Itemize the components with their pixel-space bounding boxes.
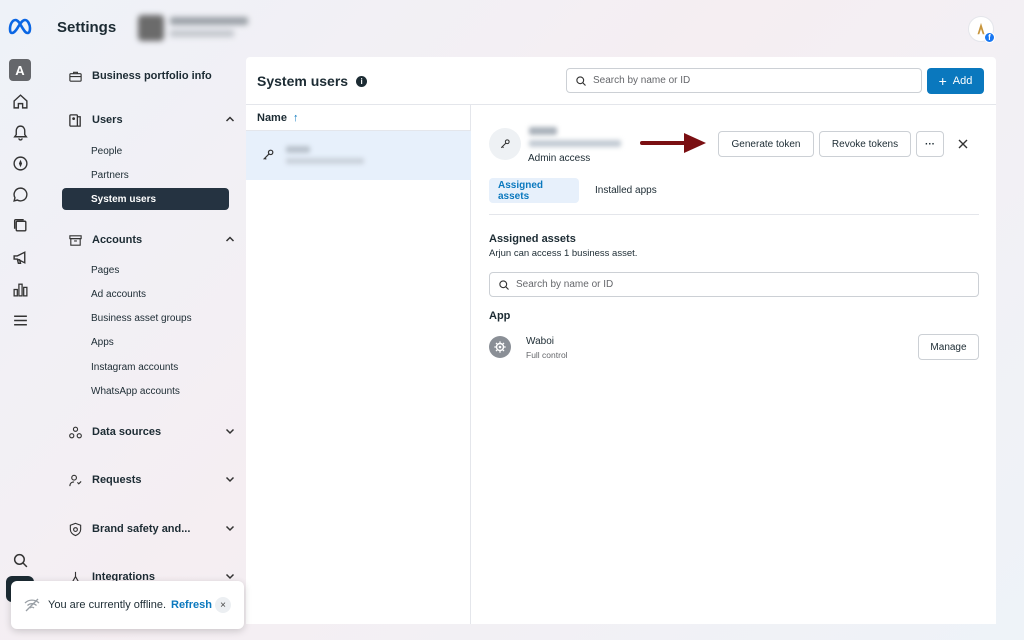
manage-button[interactable]: Manage (918, 334, 979, 360)
sidebar-item-partners[interactable]: Partners (62, 164, 229, 186)
search-placeholder: Search by name or ID (593, 75, 691, 86)
search-icon[interactable] (10, 550, 30, 570)
app-group-heading: App (489, 310, 511, 322)
sidebar-item-label: Accounts (92, 234, 143, 246)
list-item[interactable] (246, 131, 471, 180)
page-title: Settings (57, 19, 117, 36)
pages-stack-icon[interactable] (10, 215, 30, 235)
sidebar-item-data-sources[interactable]: Data sources (62, 419, 250, 445)
chevron-up-icon[interactable] (224, 233, 238, 247)
chat-bubble-icon[interactable] (10, 184, 30, 204)
annotation-arrow-icon (640, 133, 706, 153)
panel-title: System users i (257, 73, 368, 89)
sidebar-item-label: Brand safety and... (92, 523, 191, 535)
generate-token-button[interactable]: Generate token (718, 131, 814, 157)
assets-search-input[interactable]: Search by name or ID (489, 272, 979, 297)
facebook-badge-icon: f (984, 32, 995, 43)
sidebar-item-pages[interactable]: Pages (62, 259, 229, 281)
revoke-tokens-button[interactable]: Revoke tokens (819, 131, 911, 157)
sidebar-item-business-portfolio-info[interactable]: Business portfolio info (62, 63, 250, 89)
sidebar-item-label: Requests (92, 474, 142, 486)
profile-avatar[interactable]: f (968, 16, 995, 43)
search-icon (499, 279, 509, 290)
users-icon (68, 112, 88, 128)
sidebar-item-ad-accounts[interactable]: Ad accounts (62, 283, 229, 305)
system-users-list: Name ↑ (246, 105, 471, 624)
column-header-name[interactable]: Name ↑ (246, 105, 471, 131)
system-user-detail: Admin access Generate token Revoke token… (472, 105, 996, 624)
menu-icon[interactable] (10, 310, 30, 330)
add-button[interactable]: + Add (927, 68, 984, 94)
close-icon[interactable] (956, 137, 970, 151)
info-icon[interactable]: i (356, 75, 368, 87)
key-icon (263, 149, 274, 160)
plus-icon: + (938, 73, 947, 89)
settings-sidebar: Business portfolio info Users People Par… (40, 58, 246, 640)
notifications-bell-icon[interactable] (10, 122, 30, 142)
search-placeholder: Search by name or ID (516, 279, 614, 290)
sidebar-item-accounts[interactable]: Accounts (62, 227, 250, 253)
sidebar-item-label: Business portfolio info (92, 70, 212, 82)
system-users-search-input[interactable]: Search by name or ID (566, 68, 922, 93)
chevron-down-icon[interactable] (224, 473, 238, 487)
compass-icon[interactable] (10, 153, 30, 173)
sidebar-item-people[interactable]: People (62, 140, 229, 162)
chevron-down-icon[interactable] (224, 522, 238, 536)
tab-installed-apps[interactable]: Installed apps (586, 178, 666, 203)
app-permission: Full control (526, 350, 568, 360)
sidebar-item-label: Users (92, 114, 123, 126)
redacted-user-id (529, 140, 621, 147)
redacted-user-name (286, 146, 310, 153)
toast-close-icon[interactable]: × (215, 597, 231, 613)
panel-title-text: System users (257, 73, 349, 89)
briefcase-icon (68, 68, 88, 84)
sidebar-item-requests[interactable]: Requests (62, 467, 250, 493)
tab-assigned-assets[interactable]: Assigned assets (489, 178, 579, 203)
business-portfolio-switcher[interactable] (138, 13, 253, 43)
section-subtitle: Arjun can access 1 business asset. (489, 248, 638, 259)
wifi-off-icon (24, 598, 40, 612)
chevron-down-icon[interactable] (224, 425, 238, 439)
sidebar-item-users[interactable]: Users (62, 107, 250, 133)
sidebar-item-instagram-accounts[interactable]: Instagram accounts (62, 356, 229, 378)
sort-ascending-icon[interactable]: ↑ (293, 112, 299, 124)
toast-message: You are currently offline. (48, 599, 167, 611)
app-name: Waboi (526, 336, 554, 347)
megaphone-icon[interactable] (10, 247, 30, 267)
column-header-label: Name (257, 111, 287, 124)
search-icon (576, 75, 586, 86)
role-label: Admin access (528, 153, 591, 164)
meta-logo-icon[interactable] (7, 16, 33, 36)
archive-box-icon (68, 232, 88, 248)
sidebar-item-system-users[interactable]: System users (62, 188, 229, 210)
system-user-avatar (489, 128, 521, 160)
account-avatar[interactable]: A (9, 59, 31, 81)
system-users-panel: System users i Search by name or ID + Ad… (246, 57, 996, 624)
refresh-link[interactable]: Refresh (171, 599, 212, 611)
sidebar-item-label: Data sources (92, 426, 162, 438)
shield-icon (68, 521, 88, 537)
sidebar-item-brand-safety[interactable]: Brand safety and... (62, 516, 250, 542)
app-gear-icon (489, 336, 511, 358)
person-request-icon (68, 472, 88, 488)
bar-chart-icon[interactable] (10, 279, 30, 299)
section-title: Assigned assets (489, 233, 576, 245)
sidebar-item-apps[interactable]: Apps (62, 331, 229, 353)
more-options-button[interactable]: ··· (916, 131, 944, 157)
data-sources-icon (68, 424, 88, 440)
chevron-up-icon[interactable] (224, 113, 238, 127)
offline-toast: You are currently offline. Refresh × (11, 581, 244, 629)
redacted-user-id (286, 158, 364, 164)
left-rail: A (0, 0, 40, 640)
divider (489, 214, 979, 215)
key-icon (500, 139, 510, 149)
sidebar-item-whatsapp-accounts[interactable]: WhatsApp accounts (62, 380, 229, 402)
home-icon[interactable] (10, 91, 30, 111)
redacted-user-name (529, 127, 557, 135)
sidebar-item-business-asset-groups[interactable]: Business asset groups (62, 307, 229, 329)
panel-header: System users i Search by name or ID + Ad… (246, 57, 996, 105)
add-button-label: Add (952, 75, 973, 87)
